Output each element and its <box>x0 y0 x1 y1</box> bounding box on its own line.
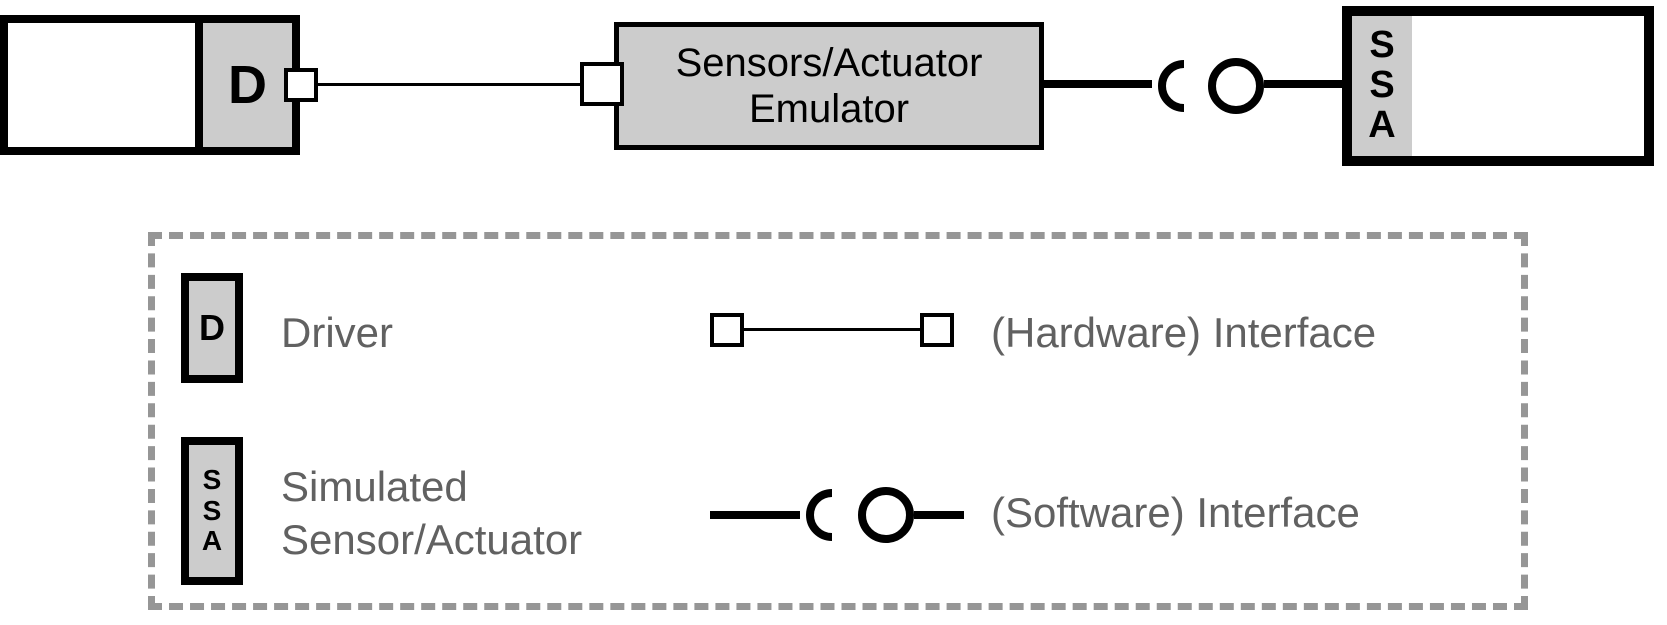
driver-label: D <box>228 54 267 116</box>
legend-hardware-interface-symbol <box>710 319 960 349</box>
legend-ssa-symbol: S S A <box>181 437 243 585</box>
legend-hw-port-left <box>710 313 744 347</box>
ssa-s2: S <box>1369 66 1394 106</box>
ssa-a: A <box>1368 106 1395 146</box>
main-diagram: D Sensors/Actuator Emulator S S A <box>0 0 1667 180</box>
legend-box: D Driver S S A Simulated Sensor/Actuator… <box>148 232 1528 610</box>
legend-sw-line2 <box>914 511 964 519</box>
emulator-label: Sensors/Actuator Emulator <box>676 40 983 132</box>
ssa-s1: S <box>1369 26 1394 66</box>
legend-driver-symbol: D <box>181 273 243 383</box>
emulator-module: Sensors/Actuator Emulator <box>614 22 1044 150</box>
legend-software-interface-symbol <box>710 487 970 543</box>
legend-ssa-s1: S <box>203 465 222 496</box>
ball-icon <box>1208 58 1264 114</box>
legend-driver-letter: D <box>199 307 225 349</box>
legend-hw-port-right <box>920 313 954 347</box>
legend-sw-line1 <box>710 511 800 519</box>
right-component-box <box>1412 6 1654 166</box>
legend-hw-line <box>744 328 920 331</box>
socket-icon <box>1144 58 1200 114</box>
legend-driver-text: Driver <box>281 309 393 357</box>
legend-ssa-s2: S <box>203 496 222 527</box>
software-required-line <box>1044 80 1152 88</box>
hardware-port-emulator <box>580 62 624 106</box>
hardware-port-driver <box>284 68 318 102</box>
software-provided-line <box>1264 80 1344 88</box>
legend-hardware-text: (Hardware) Interface <box>991 309 1376 357</box>
legend-software-text: (Software) Interface <box>991 489 1360 537</box>
ssa-module: S S A <box>1342 6 1422 166</box>
hardware-connection-line <box>318 83 590 86</box>
legend-socket-icon <box>792 487 848 543</box>
legend-ssa-a: A <box>202 526 222 557</box>
legend-ssa-text: Simulated Sensor/Actuator <box>281 461 582 566</box>
legend-ball-icon <box>858 487 914 543</box>
